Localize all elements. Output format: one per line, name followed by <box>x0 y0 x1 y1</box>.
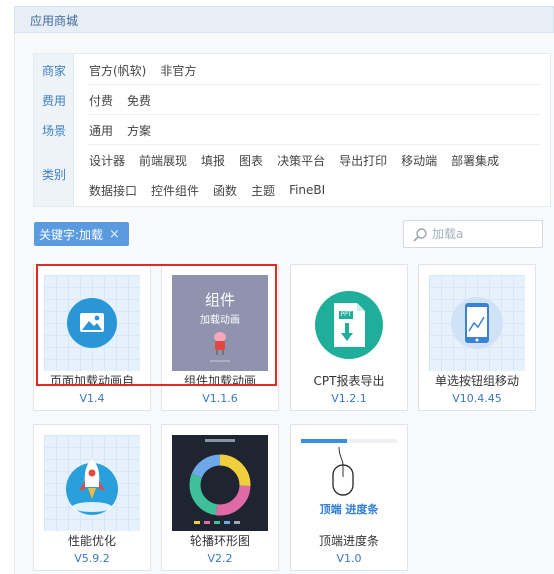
card-version: V2.2 <box>207 552 233 565</box>
page-title: 应用商城 <box>30 14 79 28</box>
card-thumbnail: 顶端 进度条 <box>301 435 397 531</box>
filter-option[interactable]: 设计器 <box>89 152 125 169</box>
filter-option[interactable]: 函数 <box>213 182 237 199</box>
filter-label-category: 类别 <box>41 168 66 182</box>
card-version: V1.1.6 <box>202 392 238 405</box>
plugin-card-carousel-ring-chart[interactable]: 轮播环形图 V2.2 <box>161 424 279 571</box>
divider <box>89 84 540 85</box>
search-input[interactable] <box>432 225 537 243</box>
card-thumbnail <box>172 435 268 531</box>
filter-option[interactable]: 部署集成 <box>451 152 499 169</box>
card-name: 顶端进度条 <box>318 534 379 548</box>
filter-option[interactable]: FineBI <box>289 183 325 197</box>
filter-option[interactable]: 官方(帆软) <box>89 62 146 79</box>
filter-option[interactable]: 免费 <box>127 92 151 109</box>
filter-label-scene: 场景 <box>41 124 66 138</box>
filter-row-fee: 付费 免费 <box>89 88 165 112</box>
filter-option[interactable]: 控件组件 <box>151 182 199 199</box>
filter-option[interactable]: 付费 <box>89 92 113 109</box>
filter-option[interactable]: 方案 <box>127 122 151 139</box>
plugin-card-performance-optimization[interactable]: 性能优化 V5.9.2 <box>33 424 151 571</box>
rocket-icon <box>66 459 118 515</box>
search-box <box>403 220 543 248</box>
filter-option[interactable]: 决策平台 <box>277 152 325 169</box>
mobile-phone-icon <box>451 297 503 349</box>
card-name: 性能优化 <box>67 534 116 548</box>
close-icon[interactable]: × <box>109 227 120 242</box>
card-name: 轮播环形图 <box>189 534 250 548</box>
divider <box>89 114 540 115</box>
filter-option[interactable]: 前端展现 <box>139 152 187 169</box>
card-thumbnail: PPT <box>301 275 397 371</box>
filter-option[interactable]: 填报 <box>201 152 225 169</box>
card-name: CPT报表导出 <box>313 374 385 388</box>
card-version: V10.4.45 <box>452 392 502 405</box>
ring-chart-icon <box>189 439 251 524</box>
divider <box>89 144 540 145</box>
filter-option[interactable]: 通用 <box>89 122 113 139</box>
plugin-card-cpt-export[interactable]: PPT CPT报表导出 V1.2.1 <box>290 264 408 411</box>
filter-label-fee: 费用 <box>41 94 66 108</box>
card-version: V1.2.1 <box>331 392 367 405</box>
card-version: V5.9.2 <box>74 552 110 565</box>
filter-option[interactable]: 移动端 <box>401 152 437 169</box>
ppt-badge: PPT <box>340 311 352 318</box>
title-bar: 应用商城 <box>14 6 554 33</box>
search-icon[interactable] <box>412 227 428 243</box>
keyword-tag-label: 关键字:加载 <box>39 227 104 242</box>
card-version: V1.4 <box>79 392 105 405</box>
filter-row-vendor: 官方(帆软) 非官方 <box>89 58 210 82</box>
thumb-text: 顶端 进度条 <box>319 503 379 516</box>
card-thumbnail <box>429 275 525 371</box>
plugin-card-radio-button-group-mobile[interactable]: 单选按钮组移动 V10.4.45 <box>418 264 536 411</box>
card-name: 单选按钮组移动 <box>434 374 519 388</box>
keyword-tag: 关键字:加载 × <box>34 222 129 246</box>
filter-labels-column: 商家 费用 场景 类别 <box>34 54 74 206</box>
filter-box: 商家 费用 场景 类别 官方(帆软) 非官方 付费 免费 通用 方案 设计器 前… <box>33 53 551 207</box>
filter-option[interactable]: 非官方 <box>160 62 196 79</box>
filter-option[interactable]: 图表 <box>239 152 263 169</box>
highlight-box <box>36 264 277 386</box>
card-version: V1.0 <box>336 552 362 565</box>
filter-option[interactable]: 主题 <box>251 182 275 199</box>
card-thumbnail <box>44 435 140 531</box>
ppt-file-download-icon <box>315 291 383 359</box>
filter-row-category-2: 数据接口 控件组件 函数 主题 FineBI <box>89 178 339 202</box>
filter-row-category-1: 设计器 前端展现 填报 图表 决策平台 导出打印 移动端 部署集成 <box>89 148 513 172</box>
filter-option[interactable]: 数据接口 <box>89 182 137 199</box>
filter-label-vendor: 商家 <box>41 64 66 78</box>
plugin-card-top-progress-bar[interactable]: 顶端 进度条 顶端进度条 V1.0 <box>290 424 408 571</box>
filter-row-scene: 通用 方案 <box>89 118 165 142</box>
filter-option[interactable]: 导出打印 <box>339 152 387 169</box>
